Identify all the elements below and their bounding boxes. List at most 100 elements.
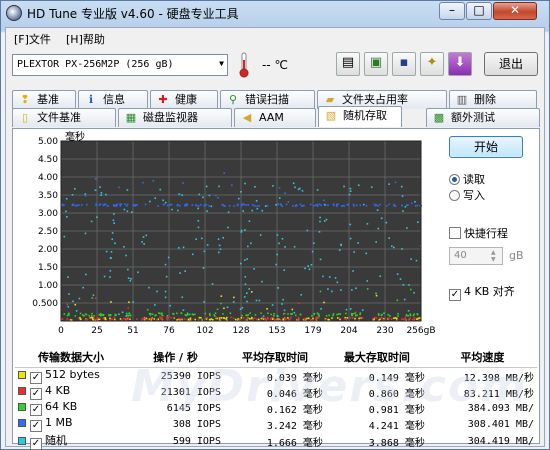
- result-ops: 25390 IOPS: [160, 370, 221, 382]
- scatter-point: [178, 247, 180, 249]
- scatter-point: [388, 317, 390, 320]
- menu-file[interactable]: [F]文件: [14, 31, 51, 47]
- start-button[interactable]: 开始: [449, 136, 523, 158]
- scatter-point: [109, 257, 112, 259]
- tab-file-lightbulb[interactable]: ▯ 文件基准: [12, 108, 116, 127]
- tab-random-access[interactable]: ▧ 随机存取: [318, 106, 402, 127]
- scatter-point: [299, 313, 302, 316]
- tab-trash[interactable]: ▥ 删除: [449, 90, 537, 109]
- scatter-point: [156, 290, 158, 293]
- scatter-point: [91, 297, 94, 299]
- close-button[interactable]: ✕: [493, 2, 537, 20]
- scatter-point: [124, 203, 126, 206]
- scatter-point: [206, 210, 208, 212]
- series-checkbox[interactable]: ✓: [30, 372, 42, 384]
- result-max: 0.860 毫秒: [368, 388, 425, 400]
- scatter-point: [376, 209, 379, 211]
- spinner-arrows-icon[interactable]: ▲ ▼: [491, 249, 501, 263]
- result-max: 3.868 毫秒: [368, 437, 425, 449]
- result-speed: 308.401 MB/: [467, 418, 534, 430]
- align-4kb-checkbox[interactable]: ✓ 4 KB 对齐: [449, 283, 515, 301]
- maximize-button[interactable]: □: [466, 2, 492, 20]
- drive-select[interactable]: PLEXTOR PX-256M2P (256 gB) ▼: [12, 54, 228, 76]
- scatter-point: [205, 185, 208, 188]
- tab-lightbulb[interactable]: ❢ 基准: [12, 90, 76, 109]
- scatter-point: [328, 314, 331, 317]
- copy-screenshot-button[interactable]: ▣: [364, 52, 388, 76]
- scatter-point: [198, 193, 201, 196]
- scatter-point: [415, 318, 418, 320]
- quick-stroke-checkbox[interactable]: 快捷行程: [449, 225, 508, 241]
- tab-speaker[interactable]: ◀ AAM: [234, 108, 316, 127]
- tab-extra-test[interactable]: ▩ 额外测试: [426, 108, 540, 127]
- y-tick-label: 1.00: [38, 281, 58, 291]
- scatter-point: [217, 197, 219, 199]
- scatter-point: [170, 316, 172, 319]
- scatter-point: [246, 314, 248, 317]
- series-checkbox[interactable]: ✓: [30, 388, 42, 400]
- scatter-point: [132, 204, 134, 206]
- scatter-point: [373, 203, 376, 206]
- exit-button[interactable]: 退出: [484, 52, 538, 76]
- result-max: 0.981 毫秒: [368, 404, 425, 416]
- title-bar[interactable]: HD Tune 专业版 v4.60 - 硬盘专业工具 – □ ✕: [1, 1, 549, 25]
- scatter-point: [319, 290, 322, 293]
- options-button[interactable]: ✦: [420, 52, 444, 76]
- tab-magnifier[interactable]: ⚲ 错误扫描: [220, 90, 315, 109]
- scatter-point: [313, 242, 315, 245]
- scatter-point: [278, 197, 281, 199]
- scatter-point: [409, 288, 412, 291]
- scatter-point: [116, 203, 118, 206]
- scatter-point: [253, 268, 255, 270]
- scatter-point: [197, 205, 200, 207]
- write-radio[interactable]: 写入: [449, 187, 485, 203]
- series-color-swatch: [18, 403, 26, 411]
- scatter-point: [169, 304, 171, 307]
- scatter-point: [281, 238, 284, 240]
- series-checkbox[interactable]: ✓: [30, 438, 42, 450]
- scatter-point: [66, 303, 69, 306]
- quick-stroke-spinner[interactable]: 40 ▲ ▼: [449, 247, 503, 265]
- scatter-point: [409, 317, 411, 319]
- scatter-point: [67, 305, 70, 308]
- scatter-point: [276, 253, 278, 256]
- col-ops-header: 操作 / 秒: [127, 347, 224, 368]
- scatter-point: [104, 318, 107, 321]
- scatter-point: [262, 316, 264, 319]
- scatter-point: [401, 195, 404, 197]
- minimize-button[interactable]: –: [439, 2, 465, 20]
- series-checkbox[interactable]: ✓: [30, 420, 42, 432]
- series-checkbox[interactable]: ✓: [30, 404, 42, 416]
- tab-health-plus[interactable]: ✚ 健康: [150, 90, 218, 109]
- scatter-point: [325, 218, 328, 221]
- file-lightbulb-icon: ▯: [21, 111, 29, 124]
- y-tick-label: 3.00: [38, 209, 58, 219]
- download-button[interactable]: ⬇: [448, 52, 472, 76]
- scatter-point: [345, 318, 348, 321]
- scatter-point: [253, 317, 256, 319]
- tab-info[interactable]: ℹ 信息: [78, 90, 148, 109]
- scatter-point: [243, 296, 246, 298]
- scatter-point: [299, 203, 302, 206]
- scatter-point: [110, 318, 113, 321]
- menu-help[interactable]: [H]帮助: [66, 31, 105, 47]
- read-radio[interactable]: 读取: [449, 171, 485, 187]
- scatter-point: [210, 205, 213, 208]
- scatter-point: [143, 243, 145, 245]
- result-size-cell: ✓ 随机: [15, 432, 127, 450]
- tab-monitor[interactable]: ▦ 磁盘监视器: [118, 108, 232, 127]
- scatter-point: [195, 204, 198, 207]
- scatter-point: [276, 203, 279, 205]
- scatter-point: [379, 275, 381, 278]
- scatter-point: [287, 317, 289, 319]
- scatter-point: [319, 216, 321, 219]
- magnifier-icon: ⚲: [228, 93, 238, 106]
- result-size: 随机: [45, 434, 67, 447]
- scatter-point: [375, 241, 377, 243]
- save-button[interactable]: ▪: [392, 52, 416, 76]
- scatter-point: [239, 262, 242, 265]
- copy-text-button[interactable]: ▤: [336, 52, 360, 76]
- scatter-point: [221, 203, 223, 206]
- scatter-point: [105, 193, 107, 196]
- quick-stroke-label: 快捷行程: [464, 227, 508, 240]
